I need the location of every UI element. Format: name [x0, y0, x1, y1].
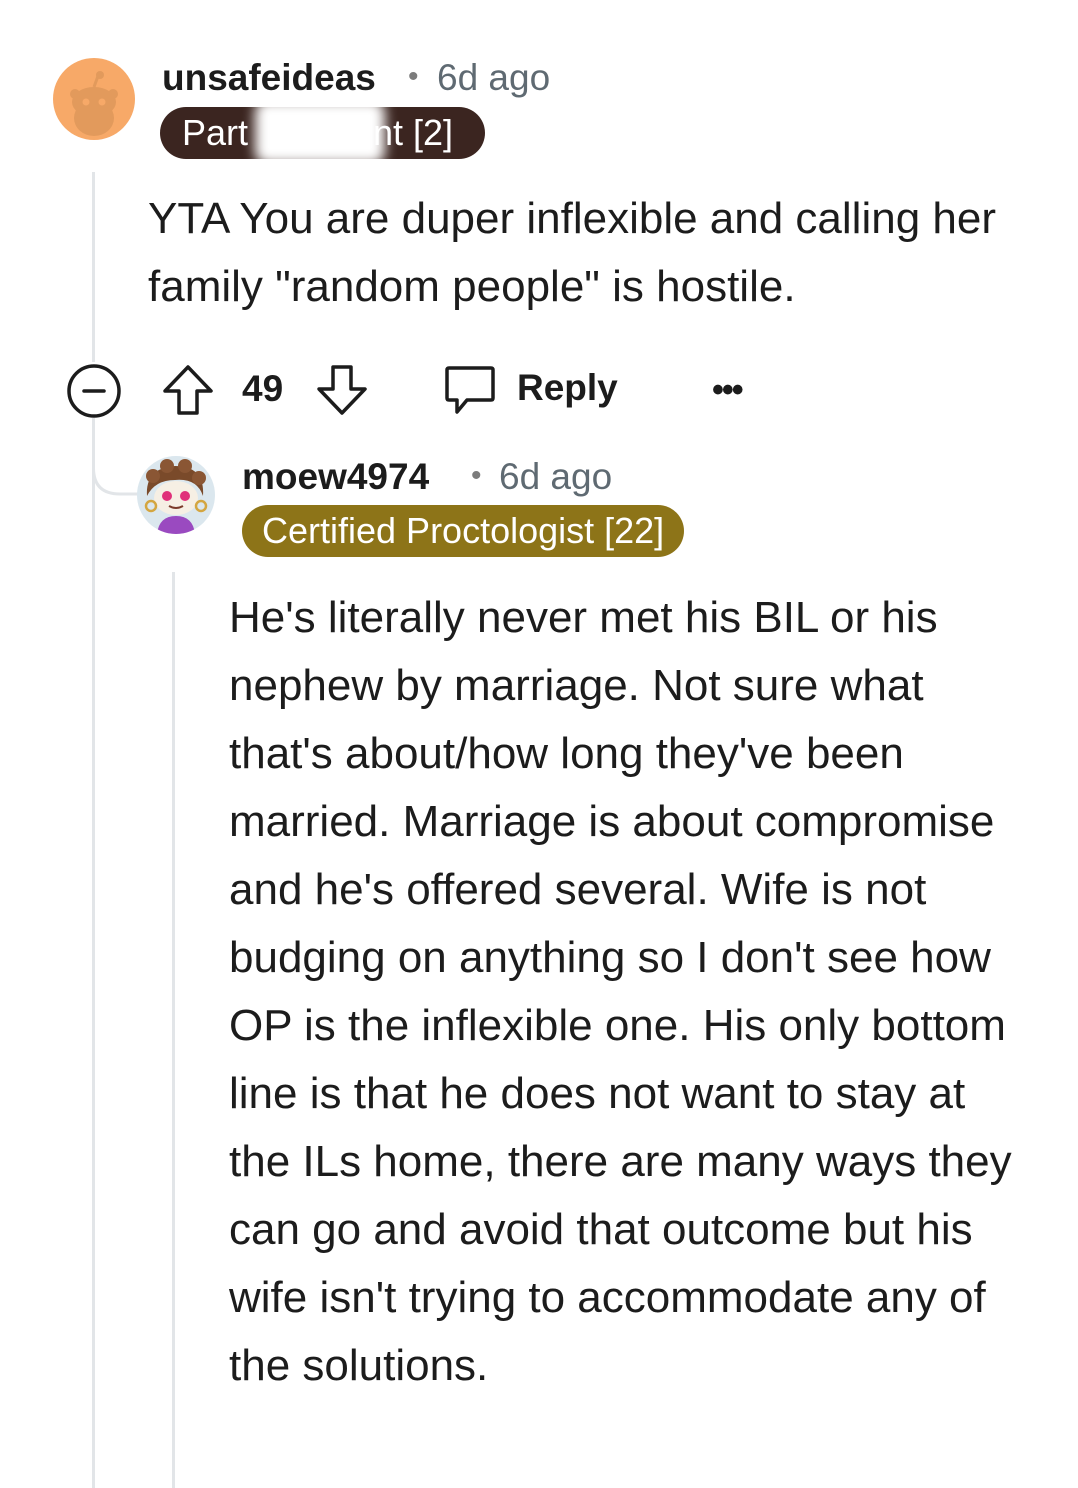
thread-line-primary — [92, 172, 95, 362]
reply-button[interactable] — [443, 362, 497, 418]
snoo-avatar-icon — [144, 459, 208, 534]
thread-branch-curve — [92, 418, 142, 496]
timestamp[interactable]: 6d ago — [499, 455, 612, 499]
collapse-icon — [67, 364, 121, 418]
flair-text-left: Part — [182, 112, 249, 153]
upvote-arrow-icon — [163, 365, 213, 415]
thread-line-nested — [172, 572, 175, 1488]
more-options-icon[interactable]: ••• — [712, 373, 744, 407]
separator-dot: • — [471, 459, 482, 492]
downvote-arrow-icon — [317, 365, 367, 415]
downvote-button[interactable] — [314, 362, 370, 418]
vote-count: 49 — [242, 368, 284, 409]
flair-text-right-visible: nt [2] — [373, 112, 454, 153]
timestamp[interactable]: 6d ago — [437, 56, 550, 100]
upvote-button[interactable] — [160, 362, 216, 418]
reply-label[interactable]: Reply — [517, 366, 618, 410]
user-flair: Certified Proctologist [22] — [242, 505, 685, 557]
collapse-button[interactable] — [66, 363, 122, 419]
redaction-blur — [255, 100, 385, 164]
avatar[interactable] — [53, 58, 135, 140]
comment-body: He's literally never met his BIL or his … — [229, 593, 1012, 1390]
username[interactable]: moew4974 — [242, 455, 429, 499]
avatar[interactable] — [137, 456, 215, 534]
separator-dot: • — [408, 60, 419, 93]
reddit-snoo-icon — [70, 71, 118, 136]
username[interactable]: unsafeideas — [162, 56, 376, 100]
comment-body: YTA You are duper inflexible and calling… — [148, 194, 996, 311]
thread-line-primary-lower — [92, 418, 95, 1488]
speech-bubble-icon — [445, 366, 495, 414]
